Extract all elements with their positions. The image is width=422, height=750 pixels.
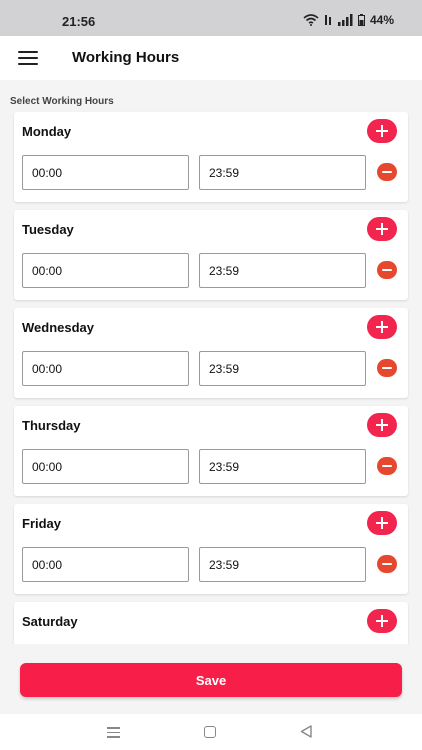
minus-icon bbox=[382, 367, 392, 369]
day-card-tuesday: Tuesday bbox=[14, 210, 408, 300]
back-icon[interactable] bbox=[300, 725, 312, 738]
save-button[interactable]: Save bbox=[20, 663, 402, 697]
app-bar: Working Hours bbox=[0, 36, 422, 80]
add-slot-button[interactable] bbox=[367, 609, 397, 633]
wifi-icon bbox=[303, 14, 319, 26]
status-time: 21:56 bbox=[62, 14, 96, 29]
end-time-input[interactable] bbox=[199, 253, 366, 288]
plus-icon bbox=[376, 223, 388, 235]
start-time-input[interactable] bbox=[22, 449, 189, 484]
plus-icon bbox=[376, 615, 388, 627]
minus-icon bbox=[382, 269, 392, 271]
plus-icon bbox=[376, 419, 388, 431]
start-time-input[interactable] bbox=[22, 253, 189, 288]
day-card-saturday: Saturday bbox=[14, 602, 408, 644]
hamburger-menu-icon[interactable] bbox=[18, 51, 38, 65]
day-name: Thursday bbox=[22, 418, 81, 433]
plus-icon bbox=[376, 321, 388, 333]
end-time-input[interactable] bbox=[199, 155, 366, 190]
section-label: Select Working Hours bbox=[10, 96, 114, 107]
status-icons: 44% bbox=[303, 13, 394, 27]
day-name: Saturday bbox=[22, 614, 78, 629]
home-icon[interactable] bbox=[204, 726, 216, 738]
day-card-wednesday: Wednesday bbox=[14, 308, 408, 398]
day-name: Tuesday bbox=[22, 222, 74, 237]
status-bar: 21:56 44% bbox=[0, 0, 422, 36]
save-area: Save bbox=[0, 644, 422, 714]
remove-slot-button[interactable] bbox=[377, 163, 397, 181]
start-time-input[interactable] bbox=[22, 351, 189, 386]
day-name: Friday bbox=[22, 516, 62, 531]
add-slot-button[interactable] bbox=[367, 413, 397, 437]
add-slot-button[interactable] bbox=[367, 119, 397, 143]
add-slot-button[interactable] bbox=[367, 217, 397, 241]
day-name: Wednesday bbox=[22, 320, 95, 335]
data-icon bbox=[324, 15, 331, 25]
plus-icon bbox=[376, 125, 388, 137]
remove-slot-button[interactable] bbox=[377, 457, 397, 475]
day-name: Monday bbox=[22, 124, 72, 139]
plus-icon bbox=[376, 517, 388, 529]
end-time-input[interactable] bbox=[199, 351, 366, 386]
start-time-input[interactable] bbox=[22, 547, 189, 582]
add-slot-button[interactable] bbox=[367, 511, 397, 535]
minus-icon bbox=[382, 465, 392, 467]
remove-slot-button[interactable] bbox=[377, 359, 397, 377]
working-hours-list[interactable]: Monday Tuesday Wednesday Thursday bbox=[0, 110, 422, 644]
remove-slot-button[interactable] bbox=[377, 261, 397, 279]
battery-icon bbox=[357, 14, 365, 26]
page-title: Working Hours bbox=[72, 49, 180, 66]
day-card-monday: Monday bbox=[14, 112, 408, 202]
battery-percent: 44% bbox=[369, 13, 394, 27]
end-time-input[interactable] bbox=[199, 547, 366, 582]
add-slot-button[interactable] bbox=[367, 315, 397, 339]
signal-icon bbox=[337, 14, 353, 26]
minus-icon bbox=[382, 563, 392, 565]
system-nav-bar bbox=[0, 714, 422, 750]
minus-icon bbox=[382, 171, 392, 173]
day-card-thursday: Thursday bbox=[14, 406, 408, 496]
day-card-friday: Friday bbox=[14, 504, 408, 594]
recent-apps-icon[interactable] bbox=[107, 727, 120, 738]
start-time-input[interactable] bbox=[22, 155, 189, 190]
remove-slot-button[interactable] bbox=[377, 555, 397, 573]
end-time-input[interactable] bbox=[199, 449, 366, 484]
